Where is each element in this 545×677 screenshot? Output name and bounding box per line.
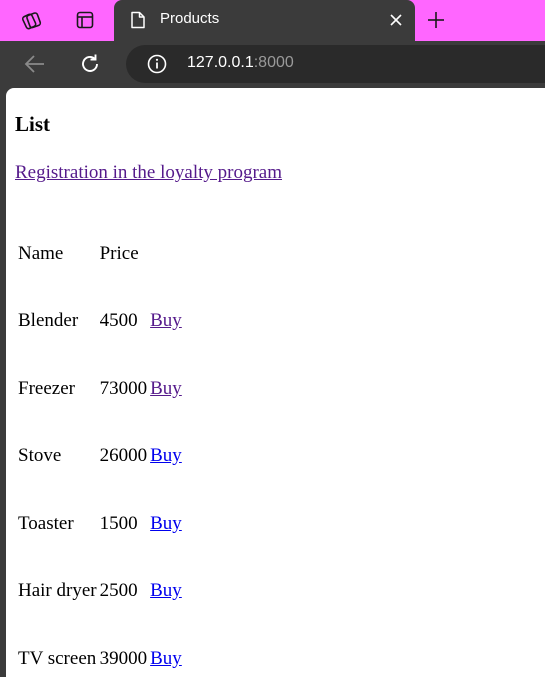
tab-actions-icon[interactable]: [70, 6, 100, 34]
product-price: 73000: [99, 377, 148, 399]
browser-window: Products 127.0.0.1:8000 List Registratio…: [0, 0, 545, 677]
table-row: Freezer 73000 Buy: [18, 355, 182, 423]
product-price: 4500: [99, 310, 138, 332]
product-name: Freezer: [18, 377, 75, 399]
url-port: :8000: [253, 54, 294, 71]
buy-link[interactable]: Buy: [150, 445, 182, 466]
product-name: Stove: [18, 445, 62, 467]
page-viewport: List Registration in the loyalty program…: [6, 88, 545, 677]
products-table: Name Price Blender 4500 Buy Freezer 7300…: [15, 220, 185, 677]
toolbar: 127.0.0.1:8000: [0, 41, 545, 88]
table-row: Blender 4500 Buy: [18, 288, 182, 356]
loyalty-registration-link[interactable]: Registration in the loyalty program: [15, 161, 282, 185]
close-tab-icon[interactable]: [387, 11, 405, 29]
address-bar[interactable]: 127.0.0.1:8000: [126, 45, 545, 83]
table-row: TV screen 39000 Buy: [18, 625, 182, 677]
url-text: 127.0.0.1:8000: [187, 54, 294, 72]
tab-strip: Products: [0, 0, 545, 41]
column-header-price: Price: [99, 242, 139, 264]
product-price: 1500: [99, 512, 138, 534]
page-heading: List: [15, 112, 51, 136]
buy-link[interactable]: Buy: [150, 648, 182, 669]
plus-icon: [428, 12, 444, 28]
info-icon[interactable]: [147, 54, 167, 74]
workspaces-icon[interactable]: [17, 6, 47, 34]
url-host: 127.0.0.1: [187, 54, 254, 71]
product-name: Toaster: [18, 512, 74, 534]
table-row: Stove 26000 Buy: [18, 423, 182, 491]
document-icon: [130, 11, 146, 29]
product-price: 2500: [99, 580, 138, 602]
product-name: Hair dryer: [18, 580, 97, 602]
product-name: Blender: [18, 310, 79, 332]
buy-link[interactable]: Buy: [150, 310, 182, 331]
buy-link[interactable]: Buy: [150, 580, 182, 601]
product-price: 26000: [99, 445, 148, 467]
buy-link[interactable]: Buy: [150, 378, 182, 399]
reload-button[interactable]: [77, 51, 103, 77]
buy-link[interactable]: Buy: [150, 513, 182, 534]
back-button[interactable]: [22, 51, 48, 77]
column-header-name: Name: [18, 242, 64, 264]
table-row: Toaster 1500 Buy: [18, 490, 182, 558]
tab-title: Products: [160, 10, 220, 27]
table-row: Hair dryer 2500 Buy: [18, 558, 182, 626]
new-tab-button[interactable]: [424, 8, 448, 32]
product-price: 39000: [99, 647, 148, 669]
reload-icon: [82, 54, 98, 72]
tab-products[interactable]: Products: [114, 0, 415, 41]
product-name: TV screen: [18, 647, 97, 669]
back-arrow-icon: [24, 55, 44, 73]
table-header-row: Name Price: [18, 220, 182, 288]
column-header-action: [150, 220, 182, 288]
